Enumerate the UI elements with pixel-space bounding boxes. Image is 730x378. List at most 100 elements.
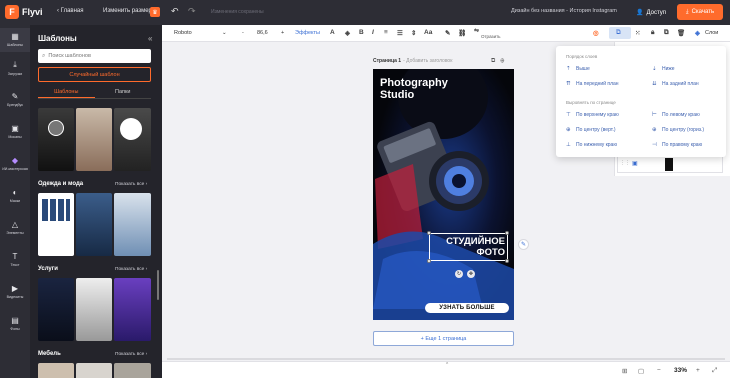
trash-icon[interactable]: 🗑︎ <box>677 29 685 37</box>
chevron-down-icon[interactable]: ⌄ <box>222 30 227 36</box>
fullscreen-icon[interactable]: ⤢ <box>712 367 717 375</box>
grid-view-icon[interactable]: ⊞ <box>622 367 627 375</box>
edit-icon[interactable]: ✎ <box>445 29 450 37</box>
menu-item-backward[interactable]: ⇣ Ниже <box>652 66 675 72</box>
resize-handle[interactable] <box>427 259 431 263</box>
bold-icon[interactable]: B <box>359 29 364 36</box>
rail-item-ai[interactable]: ◆ ИИ-мастерская <box>0 156 30 171</box>
font-size-input[interactable]: 86,6 <box>257 30 268 36</box>
panel-scrollbar[interactable] <box>157 270 159 300</box>
mirror-icon[interactable]: ⇋ <box>474 27 479 34</box>
rail-item-video[interactable]: ▶ Видеоиты <box>0 284 30 299</box>
menu-item-align-top[interactable]: ⊤ По верхнему краю <box>566 112 619 118</box>
template-thumb[interactable] <box>114 278 151 341</box>
template-thumb[interactable] <box>38 278 74 341</box>
search-input[interactable] <box>48 53 144 59</box>
case-icon[interactable]: Aa <box>424 29 432 36</box>
rail-item-backgrounds[interactable]: ▤ Фоны <box>0 316 30 331</box>
download-button[interactable]: ⤓ Скачать <box>677 4 723 20</box>
random-template-button[interactable]: Случайный шаблон <box>38 67 151 82</box>
selected-text-box[interactable]: СТУДИЙНОЕ ФОТО <box>429 233 508 261</box>
layers-icon[interactable]: ◈ <box>695 29 700 37</box>
menu-item-align-right[interactable]: ⊣ По правому краю <box>652 142 702 148</box>
effects-button[interactable]: Эффекты <box>295 30 320 36</box>
collapse-icon[interactable]: « <box>148 34 152 43</box>
template-thumb[interactable] <box>38 363 74 378</box>
comment-icon[interactable]: ✎ <box>518 239 529 250</box>
page-view-icon[interactable]: ▢ <box>638 367 644 375</box>
resize-handle[interactable] <box>505 259 509 263</box>
design-canvas[interactable]: Photography Studio СТУДИЙНОЕ ФОТО ↻ ✥ УЗ… <box>373 69 514 320</box>
zoom-out-button[interactable]: − <box>657 367 661 374</box>
rail-item-templates[interactable]: ▦ Шаблоны <box>0 28 30 52</box>
size-minus-button[interactable]: - <box>242 30 244 36</box>
document-name[interactable]: Дизайн без названия - История Instagram <box>511 8 617 14</box>
access-button[interactable]: 👤 Доступ <box>631 5 671 20</box>
redo-icon[interactable]: ↷ <box>188 6 196 17</box>
logo[interactable]: F Flyvi <box>5 5 43 19</box>
resize-handle[interactable] <box>427 231 431 235</box>
resize-handle[interactable] <box>505 231 509 235</box>
horizontal-scrollbar[interactable] <box>167 358 725 360</box>
add-page-icon[interactable]: ⊕ <box>500 58 504 64</box>
template-thumb[interactable] <box>38 193 74 256</box>
template-thumb[interactable] <box>76 278 112 341</box>
spacing-icon[interactable]: ⇕ <box>411 29 416 37</box>
layers-button[interactable]: Слои <box>705 30 718 36</box>
add-page-button[interactable]: + Еще 1 страница <box>373 331 514 346</box>
text-color-icon[interactable]: A <box>330 29 335 36</box>
template-thumb[interactable] <box>76 193 112 256</box>
menu-item-align-bottom[interactable]: ⊥ По нижнему краю <box>566 142 617 148</box>
rotate-icon[interactable]: ↻ <box>455 270 463 278</box>
rail-item-brandbook[interactable]: ✎ Брендбук <box>0 92 30 107</box>
show-all-link[interactable]: Показать все › <box>115 352 147 357</box>
italic-icon[interactable]: I <box>372 29 374 36</box>
template-thumb[interactable] <box>76 108 112 171</box>
duplicate-page-icon[interactable]: ⧉ <box>491 58 495 64</box>
design-title[interactable]: Photography Studio <box>380 77 448 101</box>
template-thumb[interactable] <box>114 193 151 256</box>
size-plus-button[interactable]: + <box>281 30 284 36</box>
show-all-link[interactable]: Показать все › <box>115 267 147 272</box>
template-thumb[interactable] <box>38 108 74 171</box>
position-button[interactable]: ⧉ <box>609 27 631 39</box>
undo-icon[interactable]: ↶ <box>171 6 179 17</box>
layer-row[interactable]: ⋮⋮ ▣ <box>617 155 723 173</box>
template-thumb[interactable] <box>114 363 151 378</box>
zoom-in-button[interactable]: + <box>696 367 700 374</box>
copy-icon[interactable]: ⧉ <box>664 29 669 37</box>
show-all-link[interactable]: Показать все › <box>115 182 147 187</box>
link-icon[interactable]: ⛓ <box>458 29 466 37</box>
rail-item-uploads[interactable]: ⤓ Загрузки <box>0 60 30 76</box>
menu-item-forward[interactable]: ⇡ Выше <box>566 66 590 72</box>
tab-templates[interactable]: Шаблоны <box>38 87 95 98</box>
zoom-level[interactable]: 33% <box>674 367 687 374</box>
animate-icon[interactable]: ◎ <box>593 29 599 37</box>
lock-icon[interactable]: 🔒︎ <box>651 29 654 37</box>
font-select[interactable]: Roboto <box>174 30 192 36</box>
drag-handle-icon[interactable]: ⋮⋮ <box>620 160 630 166</box>
rail-item-mockups[interactable]: ▣ Мокапы <box>0 124 30 139</box>
menu-item-align-left[interactable]: ⊢ По левому краю <box>652 112 700 118</box>
search-box[interactable]: ⌕ <box>38 49 151 63</box>
template-thumb[interactable] <box>76 363 112 378</box>
fill-icon[interactable]: ◈ <box>345 29 350 37</box>
resize-button[interactable]: Изменить размер <box>103 8 152 14</box>
menu-item-align-vcenter[interactable]: ⊕ По центру (верт.) <box>566 127 616 133</box>
align-text-icon[interactable]: ≡ <box>384 29 388 36</box>
menu-item-to-back[interactable]: ⇊ На задний план <box>652 81 699 87</box>
chevron-up-icon[interactable]: ⌃ <box>445 362 449 368</box>
rail-item-text[interactable]: T Текст <box>0 252 30 267</box>
menu-item-to-front[interactable]: ⇈ На передний план <box>566 81 619 87</box>
list-icon[interactable]: ☰ <box>397 29 403 37</box>
rail-item-masks[interactable]: ◐ Маски <box>0 188 30 203</box>
design-cta[interactable]: УЗНАТЬ БОЛЬШЕ <box>425 303 509 313</box>
move-icon[interactable]: ✥ <box>467 270 475 278</box>
menu-item-align-hcenter[interactable]: ⊕ По центру (гориз.) <box>652 127 704 133</box>
rail-item-elements[interactable]: △ Элементы <box>0 220 30 235</box>
template-thumb[interactable] <box>114 108 151 171</box>
grid-icon[interactable]: ⁙ <box>635 29 640 37</box>
home-link[interactable]: ‹ Главная <box>57 8 84 14</box>
tab-folders[interactable]: Папки <box>95 87 152 98</box>
page-subtitle[interactable]: - Добавить заголовок <box>403 58 452 64</box>
